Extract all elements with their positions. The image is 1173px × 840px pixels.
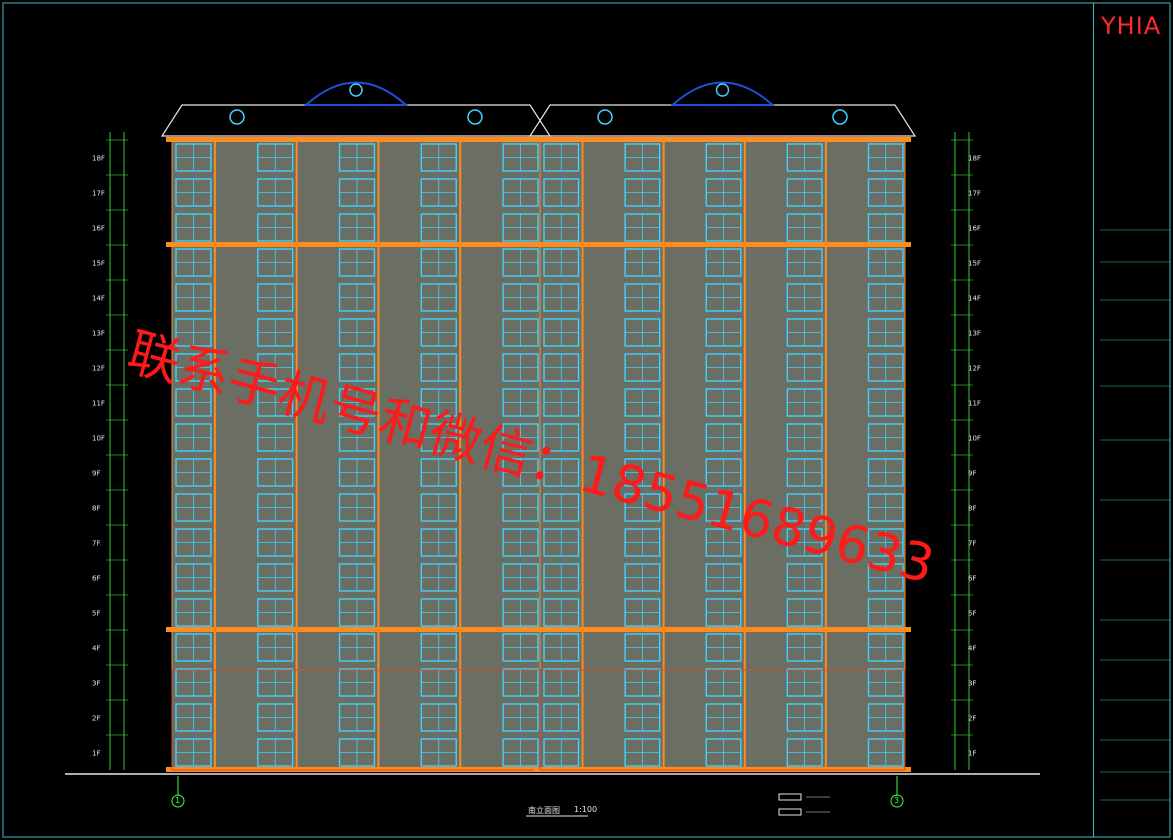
floor-label: 4F [92,645,100,653]
roof-medallion [467,109,483,125]
roof-dormer-icon [303,81,409,106]
floor-label: 11F [92,400,105,408]
drawing-scale: 1:100 [574,805,598,814]
floor-label: 17F [968,190,981,198]
dimension-column-right: 18F 17F 16F 15F 14F 13F 12F 11F 10F 9F 8F 7F 6F 5F 4F 3… [951,132,981,770]
floor-label: 18F [92,155,105,163]
floor-label: 8F [968,505,976,513]
floor-label: 8F [92,505,100,513]
brand-logo: YHIA [1101,12,1162,40]
roof-outline [160,104,552,137]
floor-label: 18F [968,155,981,163]
floor-label: 12F [968,365,981,373]
floor-label: 5F [968,610,976,618]
cornice-band [166,627,546,632]
floor-label: 6F [968,575,976,583]
dimension-column-left: 18F 17F 16F 15F 14F 13F 12F 11F 10F 9F 8F 7F 6F 5F 4F 3… [92,132,128,770]
floor-label: 3F [92,680,100,688]
floor-label: 6F [92,575,100,583]
axis-label-right: 3 [894,796,900,805]
floor-label: 5F [92,610,100,618]
roof-medallion [349,83,363,97]
elevation-drawing: 18F17F16F15F14F13F12F11F10F9F8F7F6F5F4F3… [2,2,1171,838]
floor-label: 1F [968,750,976,758]
floor-label: 14F [92,295,105,303]
roof-medallion [715,83,730,97]
floor-label: 7F [92,540,100,548]
roof-medallion [597,109,613,125]
floor-label: 2F [92,715,100,723]
axis-label-left: 1 [175,796,181,805]
roof-medallion [229,109,245,125]
floor-label: 9F [92,470,100,478]
drawing-caption: 南立面图 [528,806,560,815]
roof-outline [528,104,917,137]
roof-dormer-icon [669,81,776,106]
floor-label: 10F [968,435,981,443]
floor-label: 16F [92,225,105,233]
floor-label: 16F [968,225,981,233]
floor-label: 3F [968,680,976,688]
floor-label: 17F [92,190,105,198]
title-block [1093,3,1171,837]
floor-label: 14F [968,295,981,303]
floor-label: 4F [968,645,976,653]
cornice-band [534,627,911,632]
floor-label: 7F [968,540,976,548]
cornice-band [166,137,546,142]
floor-label: 2F [968,715,976,723]
floor-label: 15F [92,260,105,268]
floor-label: 13F [968,330,981,338]
cornice-band [534,137,911,142]
floor-label: 10F [92,435,105,443]
floor-label: 11F [968,400,981,408]
roof-medallion [832,109,848,125]
floor-label: 1F [92,750,100,758]
cornice-band [534,242,911,247]
floor-label: 9F [968,470,976,478]
floor-label: 13F [92,330,105,338]
cornice-band [166,242,546,247]
floor-label: 12F [92,365,105,373]
legend [778,793,830,816]
floor-label: 15F [968,260,981,268]
